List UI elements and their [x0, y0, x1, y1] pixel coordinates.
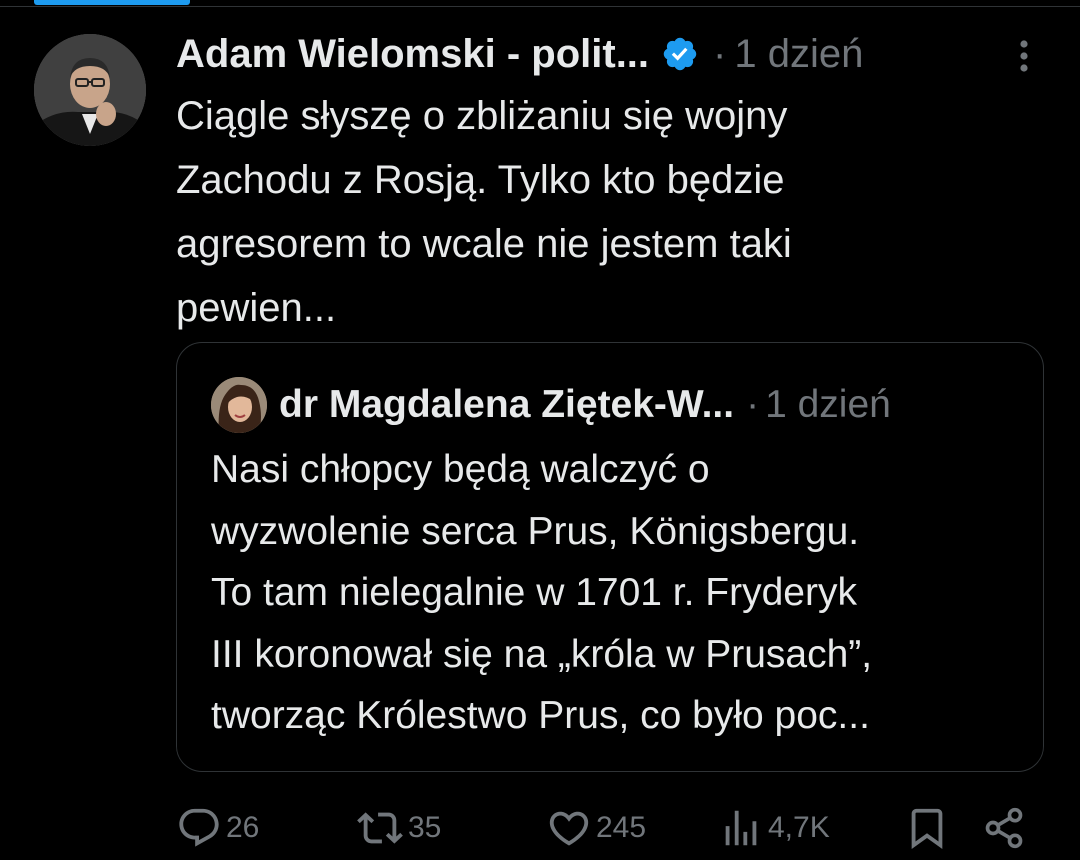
bookmark-button[interactable]: [904, 800, 950, 856]
verified-badge-icon: [661, 35, 699, 73]
quote-author-name[interactable]: dr Magdalena Ziętek-W...: [279, 383, 734, 427]
more-options-button[interactable]: [1004, 34, 1044, 78]
like-button[interactable]: 245: [546, 800, 646, 856]
heart-icon: [549, 811, 589, 846]
quote-text: Nasi chłopcy będą walczyć o wyzwolenie s…: [211, 448, 873, 737]
views-button[interactable]: 4,7K: [718, 800, 830, 856]
header-separator: ·: [713, 31, 727, 76]
retweet-icon: [357, 812, 403, 844]
tweet-header: Adam Wielomski - polit... · 1 dzień: [176, 28, 1056, 80]
like-count: 245: [596, 811, 647, 844]
quote-avatar-image: [211, 377, 267, 433]
quote-author-avatar[interactable]: [211, 377, 267, 433]
avatar-image: [34, 34, 146, 146]
author-name[interactable]: Adam Wielomski - polit...: [176, 32, 649, 77]
quote-timestamp[interactable]: 1 dzień: [765, 383, 891, 427]
top-divider: [0, 6, 1080, 7]
share-icon: [985, 807, 1023, 849]
reply-button[interactable]: 26: [176, 800, 259, 856]
views-count: 4,7K: [768, 811, 830, 844]
quote-header-separator: ·: [746, 383, 760, 426]
reply-icon: [179, 808, 219, 847]
retweet-button[interactable]: 35: [356, 800, 441, 856]
share-button[interactable]: [982, 800, 1026, 856]
tweet-actions-bar: 26 35 245 4,7K: [0, 800, 1080, 856]
author-avatar[interactable]: [34, 34, 146, 146]
more-vertical-icon: [1020, 40, 1028, 72]
retweet-count: 35: [408, 811, 442, 844]
quoted-tweet[interactable]: dr Magdalena Ziętek-W... · 1 dzień Nasi …: [176, 342, 1044, 772]
reply-count: 26: [226, 811, 260, 844]
bookmark-icon: [911, 808, 943, 849]
active-tab-indicator: [34, 0, 190, 5]
tweet-text: Ciągle słyszę o zbliżaniu się wojny Zach…: [176, 94, 792, 330]
views-icon: [725, 810, 757, 846]
tweet-timestamp[interactable]: 1 dzień: [734, 32, 863, 77]
quote-header: dr Magdalena Ziętek-W... · 1 dzień: [279, 377, 1019, 433]
